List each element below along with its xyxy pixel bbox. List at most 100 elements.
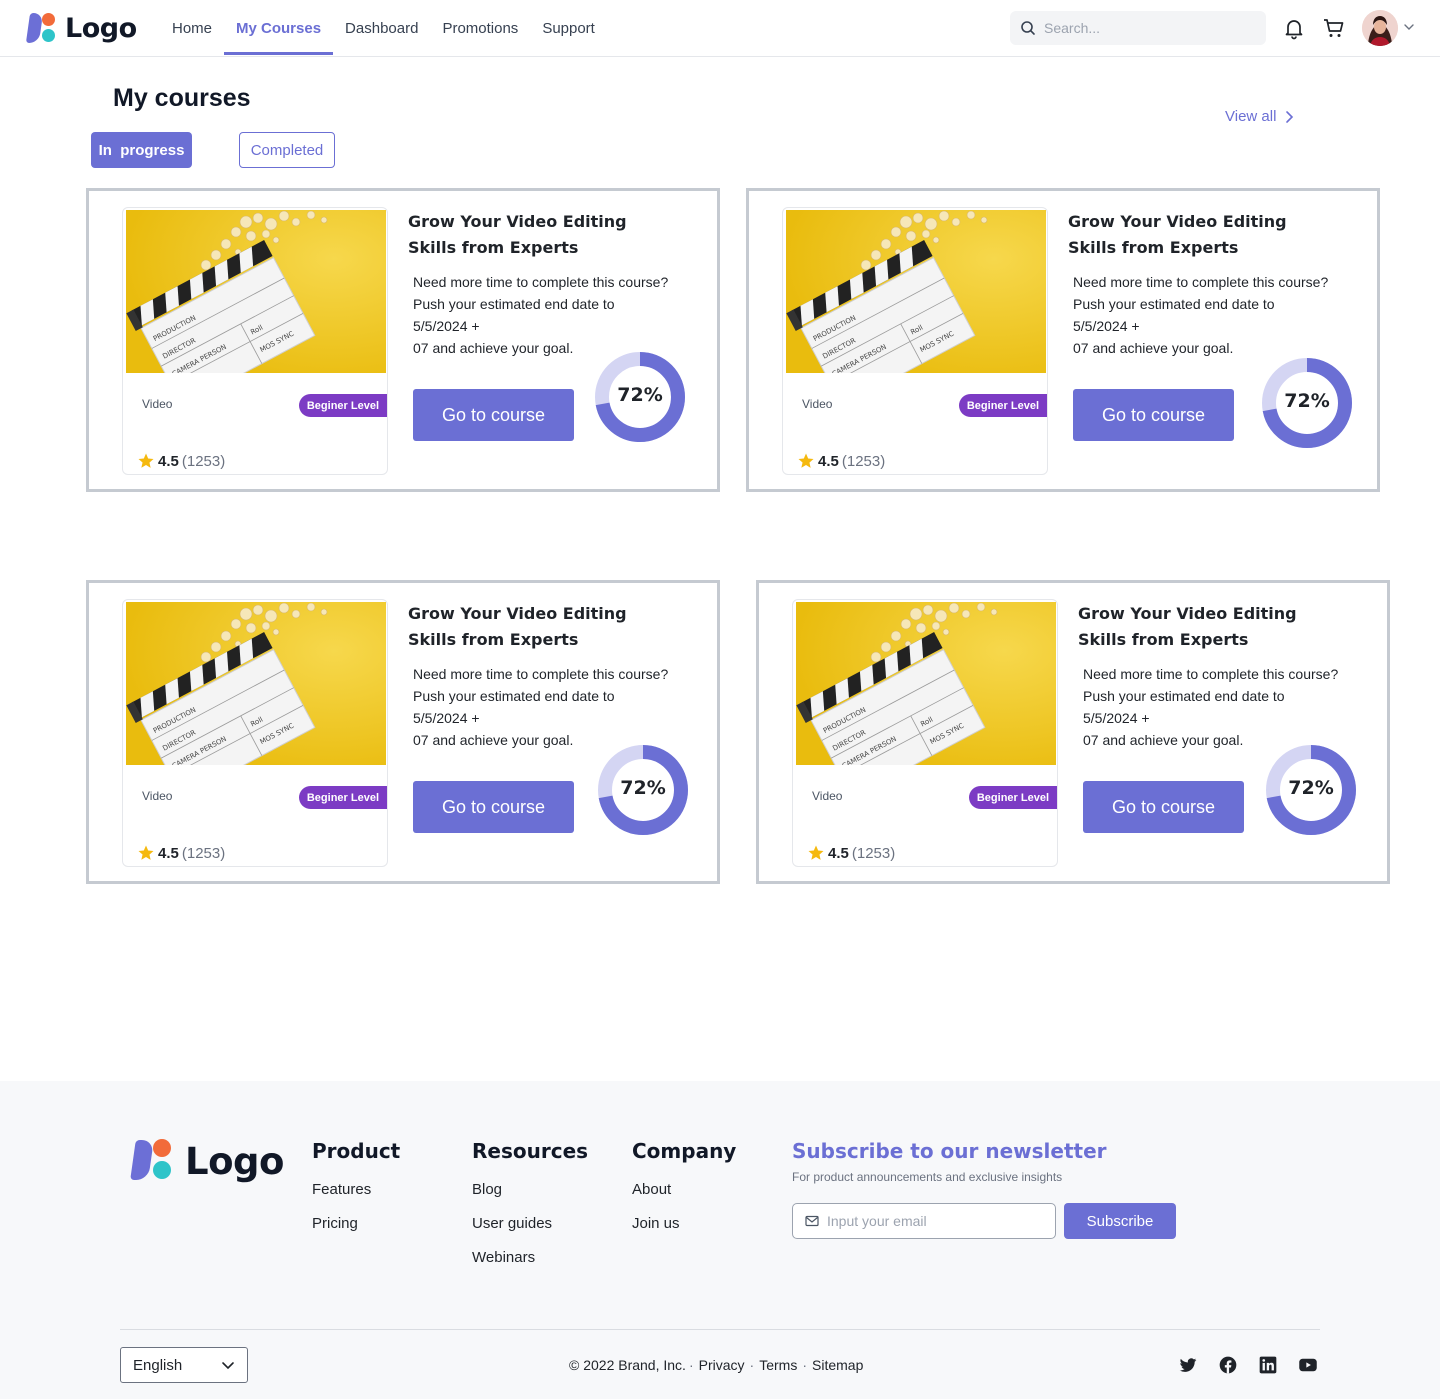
user-avatar[interactable] (1362, 10, 1398, 46)
progress-donut: 72% (1265, 744, 1357, 836)
course-title: Grow Your Video Editing Skills from Expe… (408, 209, 648, 261)
chevron-down-icon[interactable] (1402, 20, 1416, 34)
course-thumbnail-card[interactable]: PRODUCTIONDIRECTORCAMERA PERSONSCENEMOS … (792, 599, 1058, 867)
clapperboard-image: PRODUCTIONDIRECTORCAMERA PERSONSCENEMOS … (796, 602, 1056, 765)
footer-col-heading: Company (632, 1139, 737, 1163)
footer-link-pricing[interactable]: Pricing (312, 1215, 400, 1249)
clapperboard-image: PRODUCTIONDIRECTORCAMERA PERSONSCENEMOS … (126, 210, 386, 373)
newsletter-email-input[interactable] (827, 1213, 1047, 1229)
twitter-icon[interactable] (1178, 1355, 1198, 1375)
subscribe-button[interactable]: Subscribe (1064, 1203, 1176, 1239)
footer-col-company: Company About Join us (632, 1139, 736, 1249)
description-line: Push your estimated end date to (1073, 296, 1275, 312)
description-line: Push your estimated end date to (413, 688, 615, 704)
progress-donut: 72% (597, 744, 689, 836)
footer-link-features[interactable]: Features (312, 1181, 400, 1215)
star-icon (138, 453, 154, 468)
level-badge: Beginer Level (958, 394, 1047, 417)
top-navbar: Logo Home My Courses Dashboard Promotion… (0, 0, 1440, 57)
footer-divider (120, 1329, 1320, 1330)
progress-label: 72% (1284, 390, 1330, 412)
header-logo[interactable]: Logo (25, 12, 137, 44)
nav-dashboard[interactable]: Dashboard (333, 0, 430, 57)
go-to-course-button[interactable]: Go to course (1083, 781, 1244, 833)
site-footer: Logo Product Features Pricing Resources … (0, 1081, 1440, 1399)
avatar-image (1362, 10, 1398, 46)
page-title: My courses (113, 84, 251, 112)
bell-icon[interactable] (1282, 16, 1306, 40)
search-box[interactable] (1010, 11, 1266, 45)
star-icon (138, 845, 154, 860)
course-title: Grow Your Video Editing Skills from Expe… (1068, 209, 1308, 261)
footer-link-user-guides[interactable]: User guides (472, 1215, 588, 1249)
course-title-line: Grow Your Video Editing (408, 212, 627, 231)
clapperboard-image: PRODUCTIONDIRECTORCAMERA PERSONSCENEMOS … (126, 602, 386, 765)
nav-support[interactable]: Support (530, 0, 607, 57)
course-category: Video (142, 397, 173, 411)
tab-completed[interactable]: Completed (239, 132, 335, 168)
footer-link-privacy[interactable]: Privacy (699, 1357, 745, 1373)
newsletter-email-field[interactable] (792, 1203, 1056, 1239)
footer-link-blog[interactable]: Blog (472, 1181, 588, 1215)
footer-link-join-us[interactable]: Join us (632, 1215, 736, 1249)
course-card: PRODUCTIONDIRECTORCAMERA PERSONSCENEMOS … (86, 188, 720, 492)
star-icon (808, 845, 824, 860)
footer-logo[interactable]: Logo (130, 1139, 284, 1183)
nav-home[interactable]: Home (160, 0, 224, 57)
footer-link-sitemap[interactable]: Sitemap (812, 1357, 863, 1373)
rating-count: (1253) (181, 844, 226, 862)
course-title-line: Skills from Experts (1068, 238, 1239, 257)
go-to-course-button[interactable]: Go to course (413, 389, 574, 441)
footer-link-about[interactable]: About (632, 1181, 736, 1215)
nav-my-courses[interactable]: My Courses (224, 0, 334, 57)
course-description: Need more time to complete this course? … (1073, 271, 1363, 359)
footer-col-heading: Product (312, 1139, 401, 1163)
progress-label: 72% (1288, 777, 1334, 799)
facebook-icon[interactable] (1218, 1355, 1238, 1375)
level-badge: Beginer Level (298, 394, 387, 417)
description-line: Push your estimated end date to (413, 296, 615, 312)
description-line: 5/5/2024 + (413, 710, 480, 726)
course-card: PRODUCTIONDIRECTORCAMERA PERSONSCENEMOS … (86, 580, 720, 884)
course-title-line: Grow Your Video Editing (1068, 212, 1287, 231)
go-to-course-button[interactable]: Go to course (413, 781, 574, 833)
language-select[interactable]: English (120, 1347, 248, 1383)
footer-link-terms[interactable]: Terms (759, 1357, 797, 1373)
logo-mark-icon (25, 12, 56, 44)
go-to-course-button[interactable]: Go to course (1073, 389, 1234, 441)
view-all-label: View all (1225, 108, 1277, 125)
tab-in-progress[interactable]: In progress (91, 132, 192, 168)
course-title-line: Skills from Experts (1078, 630, 1249, 649)
course-thumbnail: PRODUCTIONDIRECTORCAMERA PERSONSCENEMOS … (796, 602, 1056, 765)
linkedin-icon[interactable] (1258, 1355, 1278, 1375)
language-value: English (133, 1356, 183, 1374)
course-thumbnail-card[interactable]: PRODUCTIONDIRECTORCAMERA PERSONSCENEMOS … (782, 207, 1048, 475)
cart-icon[interactable] (1322, 16, 1346, 40)
description-line: 07 and achieve your goal. (1073, 340, 1234, 356)
footer-link-webinars[interactable]: Webinars (472, 1249, 588, 1283)
view-all-link[interactable]: View all (1225, 108, 1294, 125)
footer-col-heading: Resources (472, 1139, 589, 1163)
course-description: Need more time to complete this course? … (413, 663, 703, 751)
youtube-icon[interactable] (1298, 1355, 1318, 1375)
rating-score: 4.5 (818, 452, 839, 470)
nav-promotions[interactable]: Promotions (430, 0, 530, 57)
description-line: Need more time to complete this course? (413, 666, 669, 682)
course-thumbnail-card[interactable]: PRODUCTIONDIRECTORCAMERA PERSONSCENEMOS … (122, 207, 388, 475)
progress-donut: 72% (594, 351, 686, 443)
search-input[interactable] (1044, 20, 1244, 36)
course-thumbnail: PRODUCTIONDIRECTORCAMERA PERSONSCENEMOS … (126, 602, 386, 765)
course-description: Need more time to complete this course? … (413, 271, 703, 359)
newsletter-title: Subscribe to our newsletter (792, 1139, 1107, 1163)
description-line: 5/5/2024 + (413, 318, 480, 334)
description-line: Need more time to complete this course? (1083, 666, 1339, 682)
course-thumbnail-card[interactable]: PRODUCTIONDIRECTORCAMERA PERSONSCENEMOS … (122, 599, 388, 867)
course-title-line: Skills from Experts (408, 630, 579, 649)
star-icon (798, 453, 814, 468)
course-title-line: Skills from Experts (408, 238, 579, 257)
footer-col-resources: Resources Blog User guides Webinars (472, 1139, 588, 1283)
rating-count: (1253) (181, 452, 226, 470)
progress-label: 72% (620, 777, 666, 799)
rating-count: (1253) (851, 844, 896, 862)
logo-text: Logo (65, 12, 137, 44)
